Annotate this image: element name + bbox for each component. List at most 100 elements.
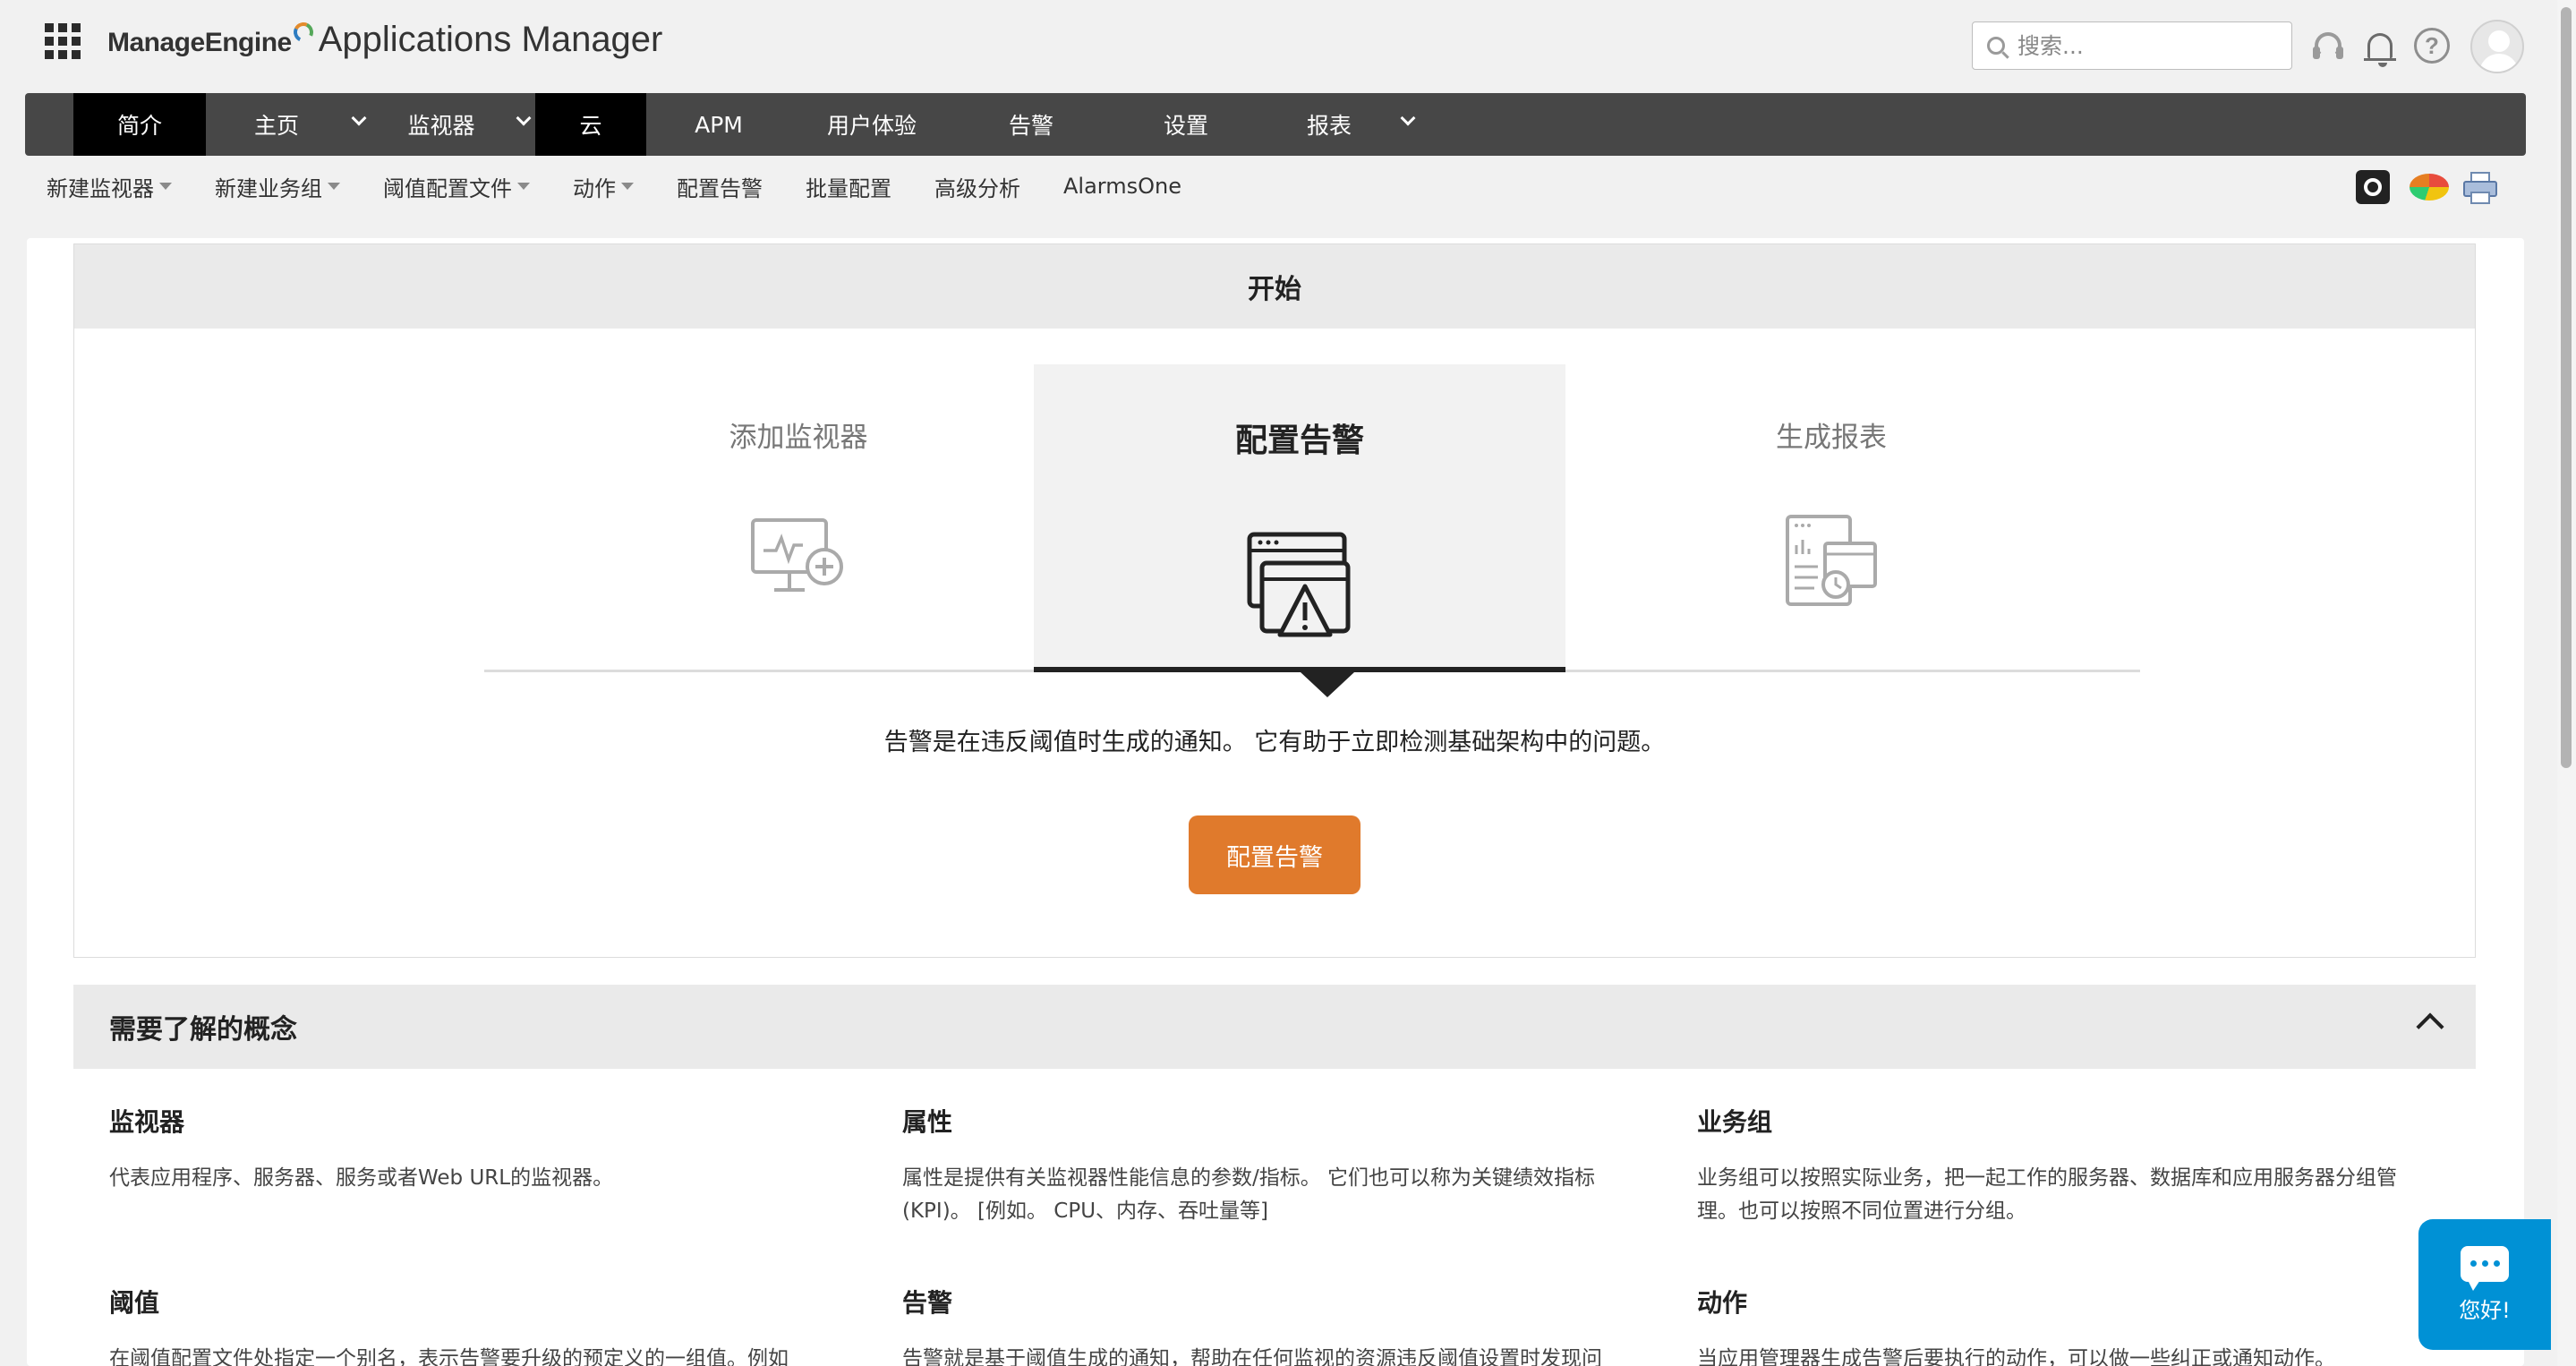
chat-label: 您好! <box>2459 1297 2511 1323</box>
concept-desc: 属性是提供有关监视器性能信息的参数/指标。 它们也可以称为关键绩效指标 (KPI… <box>902 1166 1596 1223</box>
step-add-monitor[interactable]: 添加监视器 <box>533 364 1064 672</box>
concept-desc: 代表应用程序、服务器、服务或者Web URL的监视器。 <box>109 1166 614 1190</box>
logo-product: Applications Manager <box>318 20 663 59</box>
active-step-pointer <box>1301 672 1354 697</box>
step-label: 生成报表 <box>1776 422 1887 454</box>
nav-item-label: 设置 <box>1163 113 1208 139</box>
caret-down-icon <box>328 183 340 190</box>
nav-monitors-dropdown[interactable] <box>512 93 535 156</box>
nav-item-cloud[interactable]: 云 <box>535 93 646 156</box>
concept-alarm: 告警 告警就是基于阈值生成的通知，帮助在任何监视的资源违反阈值设置时发现问 <box>902 1284 1636 1366</box>
nav-item-label: 监视器 <box>407 113 475 139</box>
chat-widget[interactable]: 您好! <box>2418 1219 2551 1350</box>
subnav-label: 新建业务组 <box>215 175 322 201</box>
step-label: 配置告警 <box>1234 423 1364 459</box>
nav-item-apm[interactable]: APM <box>646 93 791 156</box>
search-box[interactable] <box>1972 21 2292 70</box>
concepts-header[interactable]: 需要了解的概念 <box>73 985 2476 1069</box>
concept-business-group: 业务组 业务组可以按照实际业务，把一起工作的服务器、数据库和应用服务器分组管理。… <box>1697 1103 2431 1228</box>
nav-item-label: 告警 <box>1008 113 1053 139</box>
concept-action: 动作 当应用管理器生成告警后要执行的动作，可以做一些纠正或通知动作。 <box>1697 1284 2431 1366</box>
search-icon <box>1987 37 2005 55</box>
concept-title: 业务组 <box>1697 1107 1773 1137</box>
content-card: 开始 添加监视器 配置告警 生成报表 告警是在违反阈值时生成的通知。 它有助于立… <box>27 238 2524 1366</box>
concept-desc: 告警就是基于阈值生成的通知，帮助在任何监视的资源违反阈值设置时发现问 <box>902 1347 1602 1366</box>
scrollbar[interactable] <box>2557 0 2576 1366</box>
search-input[interactable] <box>2017 32 2268 59</box>
caret-down-icon <box>159 183 172 190</box>
headset-icon[interactable] <box>2309 27 2347 64</box>
concept-title: 告警 <box>902 1288 953 1318</box>
apps-grid-icon[interactable] <box>45 23 81 59</box>
nav-item-user-experience[interactable]: 用户体验 <box>791 93 952 156</box>
subnav-label: 高级分析 <box>934 175 1020 201</box>
caret-down-icon <box>517 183 530 190</box>
nav-item-monitors[interactable]: 监视器 <box>371 93 512 156</box>
subnav-label: AlarmsOne <box>1063 174 1181 199</box>
nav-item-intro[interactable]: 简介 <box>73 93 206 156</box>
concept-desc: 业务组可以按照实际业务，把一起工作的服务器、数据库和应用服务器分组管理。也可以按… <box>1697 1166 2397 1223</box>
concept-title: 监视器 <box>109 1107 185 1137</box>
nav-home-dropdown[interactable] <box>347 93 371 156</box>
logo-brand: ManageEngine <box>107 28 292 57</box>
app-header: ManageEngine Applications Manager ? <box>0 0 2576 93</box>
nav-item-settings[interactable]: 设置 <box>1110 93 1262 156</box>
nav-item-label: 用户体验 <box>826 113 917 139</box>
subnav-alarmsone[interactable]: AlarmsOne <box>1063 174 1181 199</box>
concepts-panel: 需要了解的概念 监视器 代表应用程序、服务器、服务或者Web URL的监视器。 … <box>73 985 2476 1366</box>
nav-item-home[interactable]: 主页 <box>206 93 347 156</box>
bell-icon[interactable] <box>2361 27 2399 67</box>
nav-item-alarms[interactable]: 告警 <box>952 93 1110 156</box>
help-icon[interactable]: ? <box>2413 27 2451 64</box>
subnav-label: 新建监视器 <box>47 175 154 201</box>
nav-item-label: 云 <box>579 113 602 139</box>
main-nav: 简介 主页 监视器 云 APM 用户体验 告警 设置 报表 <box>25 93 2526 156</box>
concept-title: 阈值 <box>109 1288 160 1318</box>
subnav-actions[interactable]: 动作 <box>573 171 634 202</box>
nav-item-label: 主页 <box>253 113 299 139</box>
subnav-label: 批量配置 <box>806 175 891 201</box>
nav-item-label: 简介 <box>116 113 162 139</box>
concept-attribute: 属性 属性是提供有关监视器性能信息的参数/指标。 它们也可以称为关键绩效指标 (… <box>902 1103 1636 1228</box>
chevron-down-icon <box>351 110 367 126</box>
alarm-windows-icon <box>1247 532 1351 637</box>
subnav-label: 动作 <box>573 175 616 201</box>
logo-arc-icon <box>290 19 316 46</box>
subnav-bulk-config[interactable]: 批量配置 <box>806 171 891 202</box>
configure-alarm-button[interactable]: 配置告警 <box>1189 815 1361 894</box>
subnav-configure-alarms[interactable]: 配置告警 <box>677 171 763 202</box>
step-generate-report[interactable]: 生成报表 <box>1565 364 2097 672</box>
chevron-up-icon[interactable] <box>2416 1012 2444 1041</box>
concept-title: 属性 <box>902 1107 953 1137</box>
subnav-label: 阈值配置文件 <box>383 175 512 201</box>
subnav-threshold-profile[interactable]: 阈值配置文件 <box>383 171 530 202</box>
printer-icon[interactable] <box>2463 170 2497 204</box>
concepts-title: 需要了解的概念 <box>109 1014 297 1046</box>
chevron-down-icon <box>1400 110 1416 126</box>
nav-reports-dropdown[interactable] <box>1396 93 1420 156</box>
avatar[interactable] <box>2470 20 2524 73</box>
subnav-new-monitor[interactable]: 新建监视器 <box>47 171 172 202</box>
step-label: 添加监视器 <box>729 422 868 454</box>
sub-nav: 新建监视器 新建业务组 阈值配置文件 动作 配置告警 批量配置 高级分析 Ala… <box>47 168 1224 204</box>
logo[interactable]: ManageEngine Applications Manager <box>107 19 663 64</box>
concept-desc: 当应用管理器生成告警后要执行的动作，可以做一些纠正或通知动作。 <box>1697 1347 2335 1366</box>
nav-item-label: 报表 <box>1306 113 1352 139</box>
nav-item-label: APM <box>695 111 743 138</box>
caret-down-icon <box>621 183 634 190</box>
report-icon <box>1786 515 1877 606</box>
concept-monitor: 监视器 代表应用程序、服务器、服务或者Web URL的监视器。 <box>109 1103 843 1195</box>
step-configure-alarm[interactable]: 配置告警 <box>1034 364 1565 672</box>
subnav-new-business-group[interactable]: 新建业务组 <box>215 171 340 202</box>
monitor-add-icon <box>751 518 843 592</box>
getting-started-title: 开始 <box>74 244 2475 329</box>
concept-title: 动作 <box>1697 1288 1748 1318</box>
nav-item-reports[interactable]: 报表 <box>1262 93 1396 156</box>
getting-started-panel: 开始 添加监视器 配置告警 生成报表 告警是在违反阈值时生成的通知。 它有助于立… <box>73 243 2476 958</box>
subnav-advanced-analytics[interactable]: 高级分析 <box>934 171 1020 202</box>
subnav-label: 配置告警 <box>677 175 763 201</box>
pie-chart-icon[interactable] <box>2410 174 2449 201</box>
camera-icon[interactable] <box>2356 170 2390 204</box>
scrollbar-thumb[interactable] <box>2561 7 2572 768</box>
concept-desc: 在阈值配置文件处指定一个别名，表示告警要升级的预定义的一组值。例如 <box>109 1347 789 1366</box>
